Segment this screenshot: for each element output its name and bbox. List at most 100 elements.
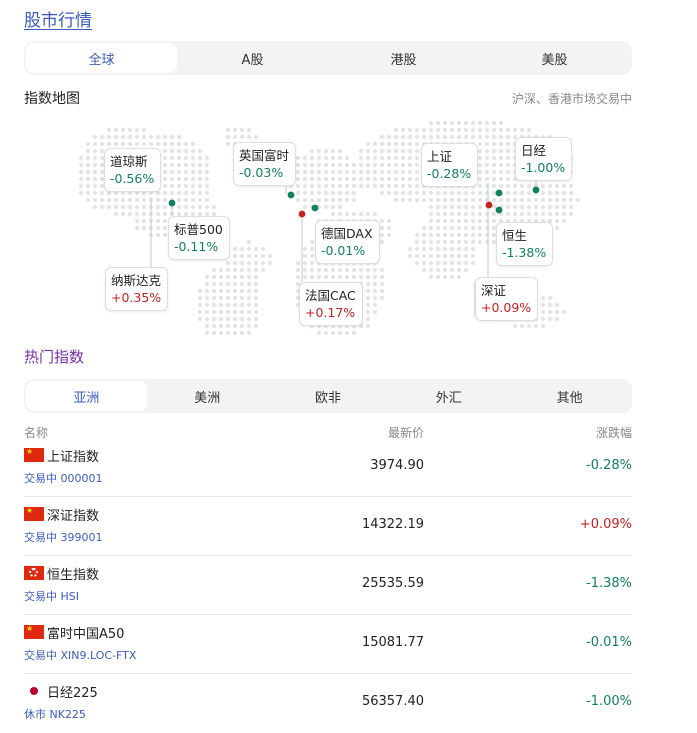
- map-dot: [407, 141, 413, 147]
- map-dot: [211, 281, 217, 287]
- map-dot: [463, 197, 469, 203]
- map-dot: [197, 162, 203, 168]
- map-dot: [190, 148, 196, 154]
- map-dot: [330, 169, 336, 175]
- map-card-dax[interactable]: 德国DAX -0.01%: [315, 220, 380, 264]
- index-change: -1.00%: [586, 694, 632, 709]
- map-dot: [428, 239, 434, 245]
- page-title[interactable]: 股市行情: [24, 6, 92, 31]
- map-dot: [344, 190, 350, 196]
- map-dot: [113, 197, 119, 203]
- table-row[interactable]: 恒生指数 交易中 HSI 25535.59 -1.38%: [24, 556, 632, 615]
- map-dot: [386, 225, 392, 231]
- map-dot: [134, 225, 140, 231]
- map-dot: [204, 197, 210, 203]
- map-dot: [463, 218, 469, 224]
- map-dot: [484, 120, 490, 126]
- map-dot: [295, 197, 301, 203]
- map-dot: [190, 162, 196, 168]
- map-dot: [190, 197, 196, 203]
- tab-americas[interactable]: 美洲: [147, 381, 268, 411]
- map-dot: [246, 281, 252, 287]
- tab-other[interactable]: 其他: [509, 381, 630, 411]
- table-row[interactable]: ★ 上证指数 交易中 000001 3974.90 -0.28%: [24, 438, 632, 497]
- tab-hk-stocks[interactable]: 港股: [328, 43, 479, 73]
- map-dot: [323, 155, 329, 161]
- map-dot: [197, 295, 203, 301]
- map-dot: [239, 253, 245, 259]
- map-dot: [477, 127, 483, 133]
- map-card-nikkei[interactable]: 日经 -1.00%: [515, 137, 573, 181]
- market-status-text: 沪深、香港市场交易中: [511, 92, 632, 106]
- map-card-nasdaq[interactable]: 纳斯达克 +0.35%: [105, 267, 169, 311]
- map-card-shanghai[interactable]: 上证 -0.28%: [421, 143, 479, 187]
- map-dot: [428, 260, 434, 266]
- map-dot: [533, 211, 539, 217]
- index-name: 日经225: [47, 686, 98, 701]
- tab-us-stocks[interactable]: 美股: [479, 43, 630, 73]
- map-dot: [323, 204, 329, 210]
- map-dot: [141, 211, 147, 217]
- map-dot: [267, 253, 273, 259]
- map-dot: [498, 127, 504, 133]
- tab-global[interactable]: 全球: [26, 43, 177, 73]
- map-dot: [442, 239, 448, 245]
- map-dot: [218, 288, 224, 294]
- map-card-sp500[interactable]: 标普500 -0.11%: [168, 216, 230, 260]
- map-dot: [456, 267, 462, 273]
- tab-asia[interactable]: 亚洲: [26, 381, 147, 411]
- map-dot: [162, 148, 168, 154]
- map-dot: [134, 211, 140, 217]
- map-dot: [407, 253, 413, 259]
- map-dot: [337, 190, 343, 196]
- map-dot: [225, 134, 231, 140]
- map-dot: [106, 141, 112, 147]
- map-dot: [78, 183, 84, 189]
- map-dot: [463, 211, 469, 217]
- tab-forex[interactable]: 外汇: [388, 381, 509, 411]
- map-dot: [302, 197, 308, 203]
- index-status-code: 交易中 000001: [24, 472, 103, 485]
- table-row[interactable]: ★ 富时中国A50 交易中 XIN9.LOC-FTX 15081.77 -0.0…: [24, 615, 632, 674]
- table-row[interactable]: ★ 深证指数 交易中 399001 14322.19 +0.09%: [24, 497, 632, 556]
- map-dot: [449, 260, 455, 266]
- map-dot: [379, 190, 385, 196]
- map-dot: [358, 183, 364, 189]
- map-dot: [141, 225, 147, 231]
- map-dot: [505, 141, 511, 147]
- tab-a-shares[interactable]: A股: [177, 43, 328, 73]
- map-dot: [470, 211, 476, 217]
- map-dot: [540, 302, 546, 308]
- map-dot: [351, 162, 357, 168]
- map-card-hang-seng[interactable]: 恒生 -1.38%: [496, 222, 554, 266]
- map-dot: [379, 267, 385, 273]
- map-card-dow-jones[interactable]: 道琼斯 -0.56%: [104, 148, 162, 192]
- map-dot: [351, 267, 357, 273]
- map-dot: [365, 141, 371, 147]
- tab-europe-africa[interactable]: 欧非: [268, 381, 389, 411]
- map-dot: [162, 218, 168, 224]
- map-dot: [477, 225, 483, 231]
- map-dot: [407, 183, 413, 189]
- map-card-name: 德国DAX: [321, 226, 373, 241]
- map-dot: [477, 141, 483, 147]
- map-dot: [463, 120, 469, 126]
- table-row[interactable]: 日经225 休市 NK225 56357.40 -1.00%: [24, 674, 632, 733]
- index-marker: [311, 204, 319, 212]
- map-dot: [449, 127, 455, 133]
- map-dot: [400, 162, 406, 168]
- map-dot: [491, 141, 497, 147]
- map-dot: [120, 197, 126, 203]
- region-tabs: 亚洲 美洲 欧非 外汇 其他: [24, 379, 632, 413]
- map-dot: [232, 288, 238, 294]
- map-card-shenzhen[interactable]: 深证 +0.09%: [475, 277, 539, 321]
- map-dot: [78, 190, 84, 196]
- map-dot: [225, 330, 231, 336]
- map-card-ftse[interactable]: 英国富时 -0.03%: [233, 142, 297, 186]
- map-dot: [85, 197, 91, 203]
- map-dot: [232, 302, 238, 308]
- world-index-map: 道琼斯 -0.56% 标普500 -0.11% 纳斯达克 +0.35% 英国富时…: [24, 110, 632, 340]
- map-card-cac[interactable]: 法国CAC +0.17%: [299, 282, 363, 326]
- map-dot: [414, 190, 420, 196]
- map-dot: [239, 330, 245, 336]
